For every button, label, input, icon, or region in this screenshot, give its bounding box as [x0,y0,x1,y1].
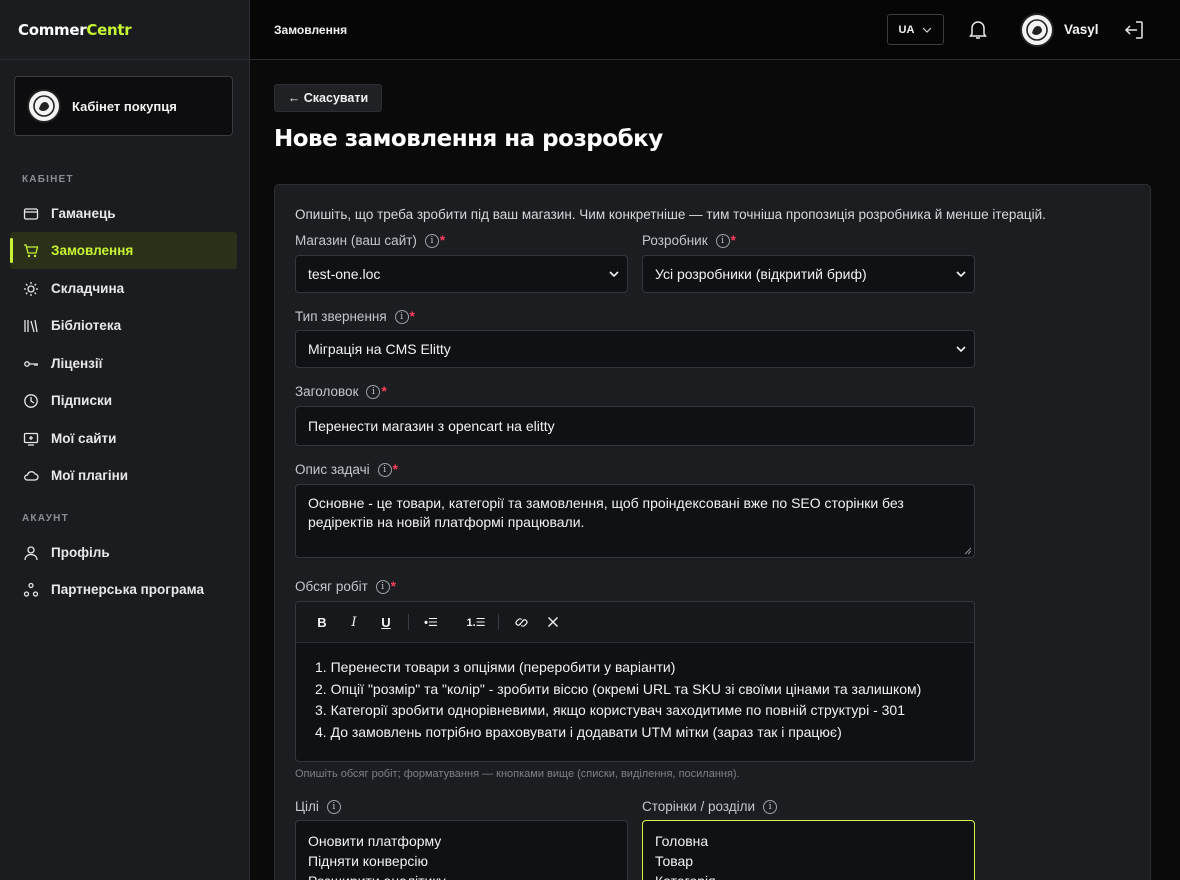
editor-toolbar: B I U •☰ 1.☰ [296,602,974,643]
network-icon [23,582,39,597]
italic-button[interactable]: I [338,608,370,636]
cloud-icon [24,470,39,481]
form-intro: Опишіть, що треба зробити під ваш магази… [295,207,1046,222]
cabinet-switcher[interactable]: Кабінет покупця [14,76,233,136]
scope-list: 1. Перенести товари з опціями (переробит… [296,643,974,743]
required-mark: * [409,309,415,324]
list-item: 1. Перенести товари з опціями (переробит… [315,659,676,675]
user-icon [24,545,38,560]
goals-label: Цілі i [295,799,341,814]
chevron-down-icon [956,346,966,353]
title-label: Заголовок i * [295,384,387,399]
request-type-select[interactable]: Міграція на CMS Elitty [295,330,975,368]
toolbar-divider [498,614,499,630]
library-icon [24,319,38,332]
goals-textarea[interactable]: Оновити платформу Підняти конверсію Розш… [295,820,628,880]
required-mark: * [390,579,397,594]
list-item: 3. Категорії зробити однорівневими, якщо… [315,702,905,718]
resize-handle-icon[interactable] [964,547,972,555]
required-mark: * [439,233,446,248]
scope-hint: Опишіть обсяг робіт; форматування — кноп… [295,768,740,780]
bell-icon[interactable] [966,17,990,41]
close-icon [548,617,558,627]
sidebar-item-partner-program[interactable]: Партнерська програма [10,571,237,608]
sun-icon [24,281,38,296]
sidebar: Commer Centr Кабінет покупця КАБІНЕТ Гама… [0,0,250,880]
lion-avatar-icon [1026,19,1048,41]
page-title: Нове замовлення на розробку [274,126,663,152]
lion-avatar-icon [27,89,61,123]
sidebar-item-my-plugins[interactable]: Мої плагіни [10,457,237,494]
logout-icon[interactable] [1123,19,1145,41]
link-button[interactable] [505,608,537,636]
title-input[interactable]: Перенести магазин з opencart на elitty [295,406,975,446]
developer-label: Розробник i * [642,233,736,248]
language-select[interactable]: UA [887,14,944,45]
list-item: 2. Опції "розмір" та "колір" - зробити в… [315,680,922,697]
list-item: 4. До замовлень потрібно враховувати і д… [315,723,842,740]
bold-button[interactable]: B [306,608,338,636]
info-icon[interactable]: i [366,384,381,399]
required-mark: * [392,462,398,477]
topbar: Замовлення UA Vasyl [250,0,1180,60]
info-icon[interactable]: i [326,799,341,814]
clear-format-button[interactable] [537,608,569,636]
info-icon[interactable]: i [375,579,390,594]
info-icon[interactable]: i [394,309,409,324]
user-name[interactable]: Vasyl [1064,22,1099,37]
info-icon[interactable]: i [763,799,778,814]
sidebar-item-licenses[interactable]: Ліцензії [10,345,237,382]
shop-label: Магазин (ваш сайт) i * [295,233,446,248]
monitor-icon [23,432,39,446]
chevron-down-icon [923,27,932,33]
cabinet-label: Кабінет покупця [72,98,177,114]
sidebar-item-subscriptions[interactable]: Підписки [10,382,237,419]
bullet-list-button[interactable]: •☰ [415,608,447,636]
pages-textarea[interactable]: Головна Товар Категорія [642,820,975,880]
link-icon [514,617,528,627]
pages-label: Сторінки / розділи i [642,799,778,814]
info-icon[interactable]: i [377,462,392,477]
required-mark: * [730,233,736,248]
sidebar-item-orders[interactable]: Замовлення [10,232,237,269]
scope-rich-editor[interactable]: B I U •☰ 1.☰ 1. Перенести товари з опція… [295,601,975,762]
wallet-icon [23,207,39,220]
user-avatar[interactable] [1020,13,1054,47]
description-label: Опис задачі i * [295,462,398,477]
cart-icon [24,243,39,257]
chevron-down-icon [956,271,966,278]
section-account-title: АКАУНТ [22,513,69,524]
brand-logo[interactable]: Commer Centr [0,0,249,60]
sidebar-item-my-sites[interactable]: Мої сайти [10,420,237,457]
info-icon[interactable]: i [715,233,730,248]
breadcrumb: Замовлення [274,23,348,37]
sidebar-item-library[interactable]: Бібліотека [10,307,237,344]
request-type-label: Тип звернення i * [295,309,415,324]
cancel-button[interactable]: ← Скасувати [274,84,382,112]
section-cabinet-title: КАБІНЕТ [22,174,74,185]
sidebar-item-profile[interactable]: Профіль [10,534,237,571]
sidebar-item-pool[interactable]: Складчина [10,270,237,307]
numbered-list-button[interactable]: 1.☰ [460,608,492,636]
toolbar-divider [408,614,409,630]
key-icon [24,360,38,367]
clock-icon [24,393,38,408]
description-textarea[interactable]: Основне - це товари, категорії та замовл… [295,484,975,558]
developer-select[interactable]: Усі розробники (відкритий бриф) [642,255,975,293]
chevron-down-icon [609,271,619,278]
sidebar-item-wallet[interactable]: Гаманець [10,195,237,232]
shop-select[interactable]: test-one.loc [295,255,628,293]
underline-button[interactable]: U [370,608,402,636]
scope-label: Обсяг робіт i * [295,579,397,594]
required-mark: * [381,384,387,399]
info-icon[interactable]: i [424,233,439,248]
